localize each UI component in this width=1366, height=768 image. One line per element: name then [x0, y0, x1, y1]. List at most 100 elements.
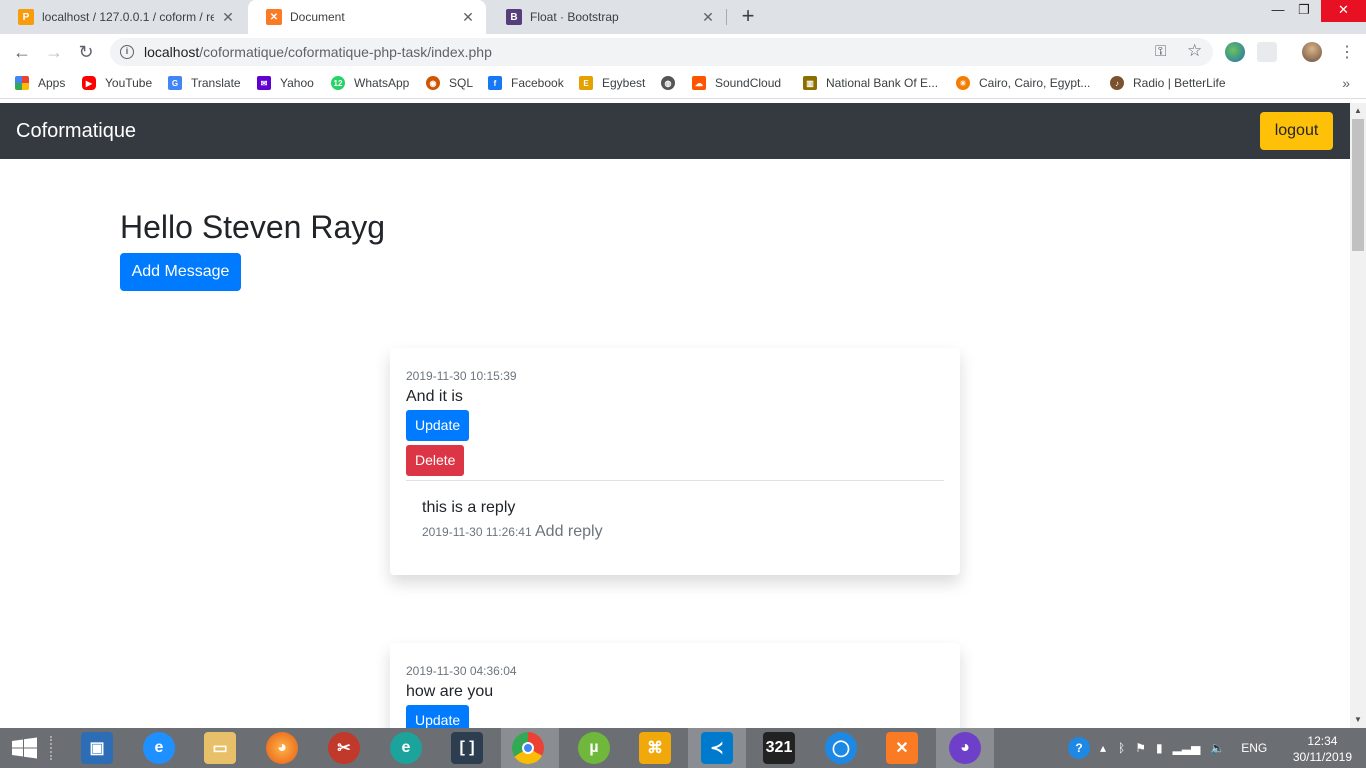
bookmark-egybest[interactable]: E Egybest: [579, 76, 645, 90]
firefox-icon[interactable]: ◕: [266, 732, 298, 764]
bookmark-sql[interactable]: ◉ SQL: [426, 76, 473, 90]
star-icon[interactable]: ☆: [1187, 41, 1202, 61]
scroll-down-arrow-icon[interactable]: ▼: [1350, 712, 1366, 728]
url-host: localhost: [144, 44, 200, 60]
bluetooth-icon[interactable]: ᛒ: [1118, 741, 1125, 755]
info-icon[interactable]: i: [120, 45, 134, 59]
show-hidden-icons-icon[interactable]: ▴: [1100, 741, 1106, 755]
bookmark-label: Cairo, Cairo, Egypt...: [979, 76, 1091, 90]
app-navbar: Coformatique logout: [0, 103, 1350, 159]
bookmark-label: YouTube: [105, 76, 153, 90]
back-arrow-icon[interactable]: ←: [10, 40, 34, 64]
logout-button[interactable]: logout: [1260, 112, 1333, 150]
sublime-like-icon[interactable]: ⌘: [639, 732, 671, 764]
window-close-button[interactable]: ✕: [1321, 0, 1366, 22]
system-tray: ? ▴ ᛒ ⚑ ▮ ▂▃▅ 🔈 ENG: [1068, 728, 1267, 768]
brackets-editor-icon[interactable]: [ ]: [451, 732, 483, 764]
yahoo-icon: ✉: [257, 76, 271, 90]
tab-phpmyadmin[interactable]: P localhost / 127.0.0.1 / coform / re ✕: [0, 0, 246, 34]
tab-title: localhost / 127.0.0.1 / coform / re: [42, 10, 214, 24]
language-indicator[interactable]: ENG: [1241, 741, 1267, 755]
battery-icon[interactable]: ▮: [1156, 741, 1163, 755]
close-icon[interactable]: ✕: [460, 9, 476, 26]
url-path: /coformatique/coformatique-php-task/inde…: [199, 44, 492, 60]
bookmarks-overflow-icon[interactable]: »: [1342, 75, 1350, 91]
utorrent-icon[interactable]: µ: [578, 732, 610, 764]
reply-text: this is a reply: [422, 499, 516, 516]
message-text: And it is: [406, 388, 463, 405]
update-button[interactable]: Update: [406, 410, 470, 441]
maximize-button[interactable]: ❐: [1288, 0, 1320, 22]
bookmark-globe[interactable]: ◍: [661, 76, 675, 90]
bank-icon: ▥: [803, 76, 817, 90]
forward-arrow-icon[interactable]: →: [42, 40, 66, 64]
extension-globe-icon[interactable]: [1225, 42, 1245, 62]
message-date: 2019-11-30 10:15:39: [406, 369, 517, 383]
browser-toolbar: ← → ↻ i localhost/coformatique/coformati…: [0, 34, 1366, 70]
bookmark-facebook[interactable]: f Facebook: [488, 76, 564, 90]
scroll-up-arrow-icon[interactable]: ▲: [1350, 103, 1366, 119]
add-message-button[interactable]: Add Message: [120, 253, 241, 291]
network-computer-icon[interactable]: ▣: [81, 732, 113, 764]
address-bar[interactable]: i localhost/coformatique/coformatique-ph…: [110, 38, 1213, 66]
tab-bootstrap[interactable]: B Float · Bootstrap ✕: [488, 0, 726, 34]
vscode-icon[interactable]: ≺: [701, 732, 733, 764]
bookmark-radio[interactable]: ♪ Radio | BetterLife: [1110, 76, 1226, 90]
update-button[interactable]: Update: [406, 705, 470, 728]
apps-grid-icon: [15, 76, 29, 90]
message-card: 2019-11-30 04:36:04 how are you Update: [390, 643, 960, 728]
page-viewport: Coformatique logout Hello Steven Rayg Ad…: [0, 103, 1350, 728]
message-card: 2019-11-30 10:15:39 And it is Update Del…: [390, 348, 960, 575]
reload-icon[interactable]: ↻: [74, 40, 98, 64]
snipping-tool-icon[interactable]: ✂: [328, 732, 360, 764]
bookmark-national-bank[interactable]: ▥ National Bank Of E...: [803, 76, 938, 90]
tab-separator: [726, 9, 727, 25]
message-date: 2019-11-30 04:36:04: [406, 664, 517, 678]
chrome-icon[interactable]: [512, 732, 544, 764]
delete-button[interactable]: Delete: [406, 445, 465, 476]
xampp-icon[interactable]: ✕: [886, 732, 918, 764]
brand-title[interactable]: Coformatique: [16, 120, 136, 143]
extension-blank-icon[interactable]: [1257, 42, 1277, 62]
bookmark-label: National Bank Of E...: [826, 76, 939, 90]
reply-date: 2019-11-30 11:26:41: [422, 525, 532, 539]
file-explorer-icon[interactable]: ▭: [204, 732, 236, 764]
windows-start-icon[interactable]: [0, 728, 48, 768]
opera-like-icon[interactable]: ◯: [825, 732, 857, 764]
tab-strip: P localhost / 127.0.0.1 / coform / re ✕ …: [0, 0, 1366, 34]
bookmark-weather[interactable]: ☀ Cairo, Cairo, Egypt...: [956, 76, 1090, 90]
radio-icon: ♪: [1110, 76, 1124, 90]
bookmark-label: SoundCloud: [715, 76, 782, 90]
tab-document[interactable]: ✕ Document ✕: [248, 0, 486, 34]
network-signal-icon[interactable]: ▂▃▅: [1173, 741, 1201, 755]
menu-kebab-icon[interactable]: ⋮: [1339, 42, 1355, 62]
help-icon[interactable]: ?: [1068, 737, 1090, 759]
url-text: localhost/coformatique/coformatique-php-…: [144, 44, 492, 60]
bookmark-whatsapp[interactable]: 12 WhatsApp: [331, 76, 409, 90]
profile-avatar[interactable]: [1302, 42, 1322, 62]
bookmark-apps[interactable]: Apps: [15, 76, 65, 90]
close-icon[interactable]: ✕: [700, 9, 716, 26]
bookmark-soundcloud[interactable]: ☁ SoundCloud: [692, 76, 781, 90]
bookmark-yahoo[interactable]: ✉ Yahoo: [257, 76, 314, 90]
media-player-classic-icon[interactable]: 321: [763, 732, 795, 764]
message-text: how are you: [406, 683, 494, 700]
system-clock[interactable]: 12:34 30/11/2019: [1293, 733, 1352, 765]
internet-explorer-icon[interactable]: e: [143, 732, 175, 764]
bookmark-translate[interactable]: G Translate: [168, 76, 241, 90]
edge-e-icon[interactable]: e: [390, 732, 422, 764]
key-icon[interactable]: ⚿: [1155, 43, 1166, 60]
scrollbar-thumb[interactable]: [1352, 119, 1364, 251]
xampp-icon: ✕: [266, 9, 282, 25]
flag-icon[interactable]: ⚑: [1135, 741, 1146, 755]
bookmark-youtube[interactable]: ▶ YouTube: [82, 76, 152, 90]
new-tab-button[interactable]: +: [736, 4, 760, 28]
github-desktop-icon[interactable]: ◕: [949, 732, 981, 764]
add-reply-link[interactable]: Add reply: [535, 523, 603, 540]
translate-icon: G: [168, 76, 182, 90]
volume-icon[interactable]: 🔈: [1210, 741, 1225, 755]
close-icon[interactable]: ✕: [220, 9, 236, 26]
phpmyadmin-icon: P: [18, 9, 34, 25]
page-scrollbar[interactable]: ▲ ▼: [1350, 103, 1366, 728]
tab-title: Float · Bootstrap: [530, 10, 619, 24]
